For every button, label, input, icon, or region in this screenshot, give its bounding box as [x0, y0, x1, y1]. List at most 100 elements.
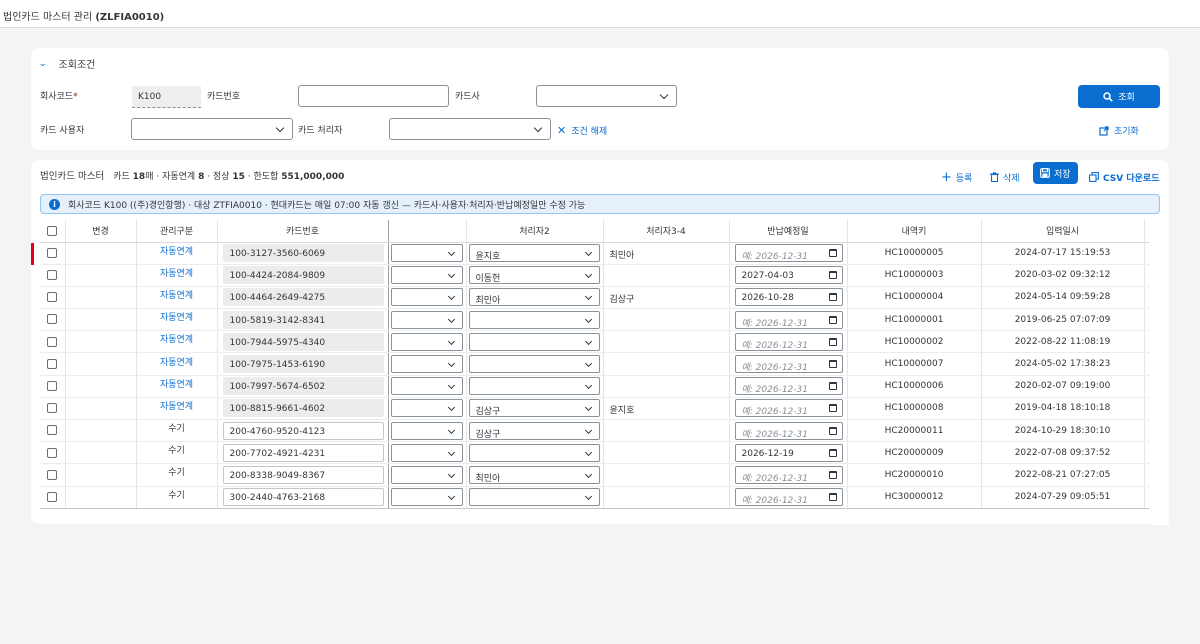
return-date-field[interactable]: 예: 2026-12-31 — [734, 332, 843, 351]
return-date-field[interactable]: 예: 2026-12-31 — [734, 488, 843, 507]
row-checkbox[interactable] — [47, 425, 58, 436]
calendar-icon[interactable] — [828, 337, 837, 346]
table-row[interactable]: 자동연계 100-4464-2649-4275 최민아 김상구 2026-10-28 HC… — [40, 286, 1161, 310]
handler2-select[interactable] — [468, 443, 600, 462]
handler2-select[interactable]: 김상구 — [468, 399, 600, 418]
handler1-select[interactable] — [390, 377, 463, 396]
row-return-date-cell[interactable]: 예: 2026-12-31 — [729, 242, 848, 265]
csv-download-button[interactable]: CSV 다운로드 — [1089, 167, 1159, 187]
row-handler2-cell[interactable]: 김상구 — [466, 419, 604, 443]
table-row[interactable]: 자동연계 100-5819-3142-8341 예: 2026-12-31 HC100… — [40, 308, 1161, 332]
row-checkbox[interactable] — [47, 491, 58, 502]
return-date-field[interactable]: 예: 2026-12-31 — [734, 465, 843, 484]
handler2-select[interactable]: 최민아 — [468, 288, 600, 307]
row-checkbox[interactable] — [47, 403, 58, 414]
row-card-number-cell[interactable]: 300-2440-4763-2168 — [217, 486, 389, 509]
card-number-field[interactable]: 300-2440-4763-2168 — [222, 488, 384, 507]
row-handler1-cell[interactable] — [388, 308, 467, 332]
handler2-select[interactable]: 김상구 — [468, 421, 600, 440]
filter-header[interactable]: ⌄ 조회조건 — [38, 56, 95, 72]
handler1-select[interactable] — [390, 421, 463, 440]
handler1-select[interactable] — [390, 332, 463, 351]
table-row[interactable]: 자동연계 100-7997-5674-6502 예: 2026-12-31 HC100… — [40, 375, 1161, 398]
calendar-icon[interactable] — [828, 271, 837, 280]
handler1-select[interactable] — [390, 465, 463, 484]
row-handler1-cell[interactable] — [388, 352, 467, 376]
row-select-cell[interactable] — [40, 486, 66, 509]
clear-conditions-button[interactable]: ✕ 조건 해제 — [557, 124, 607, 137]
row-select-cell[interactable] — [40, 419, 66, 443]
handler2-select[interactable] — [468, 377, 600, 396]
row-select-cell[interactable] — [40, 441, 66, 465]
row-checkbox[interactable] — [47, 447, 58, 458]
row-handler2-cell[interactable]: 최민아 — [466, 286, 604, 310]
row-select-cell[interactable] — [40, 463, 66, 487]
row-checkbox[interactable] — [47, 380, 58, 391]
row-checkbox[interactable] — [47, 469, 58, 480]
row-return-date-cell[interactable]: 예: 2026-12-31 — [729, 486, 848, 509]
vertical-scrollbar[interactable] — [1149, 220, 1169, 525]
handler2-select[interactable] — [468, 488, 600, 507]
row-return-date-cell[interactable]: 예: 2026-12-31 — [729, 397, 848, 421]
handler2-select[interactable] — [468, 332, 600, 351]
row-return-date-cell[interactable]: 예: 2026-12-31 — [729, 308, 848, 332]
row-select-cell[interactable] — [40, 286, 66, 310]
row-select-cell[interactable] — [40, 264, 66, 287]
row-handler2-cell[interactable]: 이동헌 — [466, 264, 604, 287]
table-row[interactable]: 자동연계 100-3127-3560-6069 윤지호 최민아 예: 2026-12-3… — [31, 242, 1161, 265]
return-date-field[interactable]: 2026-10-28 — [734, 288, 843, 307]
card-number-input[interactable] — [298, 85, 449, 107]
row-card-number-cell[interactable]: 200-8338-9049-8367 — [217, 463, 389, 487]
row-checkbox[interactable] — [47, 358, 58, 369]
handler1-select[interactable] — [390, 244, 463, 263]
row-handler1-cell[interactable] — [388, 242, 467, 265]
row-handler1-cell[interactable] — [388, 486, 467, 509]
handler2-select[interactable] — [468, 355, 600, 374]
row-return-date-cell[interactable]: 예: 2026-12-31 — [729, 330, 848, 354]
calendar-icon[interactable] — [828, 426, 837, 435]
row-checkbox[interactable] — [47, 292, 58, 303]
row-return-date-cell[interactable]: 2026-12-19 — [729, 441, 848, 465]
row-return-date-cell[interactable]: 예: 2026-12-31 — [729, 463, 848, 487]
add-button[interactable]: + 등록 — [941, 167, 972, 187]
handler1-select[interactable] — [390, 355, 463, 374]
card-number-field[interactable]: 200-8338-9049-8367 — [222, 465, 384, 484]
row-select-cell[interactable] — [31, 242, 66, 265]
table-row[interactable]: 수기 300-2440-4763-2168 예: 2026-12-31 HC30000… — [40, 486, 1161, 509]
handler1-select[interactable] — [390, 288, 463, 307]
row-return-date-cell[interactable]: 예: 2026-12-31 — [729, 375, 848, 398]
row-handler1-cell[interactable] — [388, 375, 467, 398]
reset-button[interactable]: 초기화 — [1099, 124, 1139, 137]
return-date-field[interactable]: 예: 2026-12-31 — [734, 399, 843, 418]
card-handler-select[interactable] — [389, 118, 551, 140]
row-handler2-cell[interactable] — [466, 486, 604, 509]
row-return-date-cell[interactable]: 예: 2026-12-31 — [729, 419, 848, 443]
return-date-field[interactable]: 예: 2026-12-31 — [734, 421, 843, 440]
table-row[interactable]: 수기 200-4760-9520-4123 김상구 예: 2026-12-31 HC20… — [40, 419, 1161, 443]
card-number-field[interactable]: 200-4760-9520-4123 — [222, 421, 384, 440]
row-checkbox[interactable] — [47, 247, 58, 258]
row-return-date-cell[interactable]: 예: 2026-12-31 — [729, 352, 848, 376]
row-card-number-cell[interactable]: 200-7702-4921-4231 — [217, 441, 389, 465]
calendar-icon[interactable] — [828, 470, 837, 479]
row-select-cell[interactable] — [40, 375, 66, 398]
row-handler1-cell[interactable] — [388, 330, 467, 354]
table-row[interactable]: 자동연계 100-7944-5975-4340 예: 2026-12-31 HC100… — [40, 330, 1161, 354]
table-row[interactable]: 자동연계 100-8815-9661-4602 김상구 윤지호 예: 2026-12-3… — [40, 397, 1161, 421]
table-row[interactable]: 수기 200-8338-9049-8367 최민아 예: 2026-12-31 HC20… — [40, 463, 1161, 487]
row-handler1-cell[interactable] — [388, 264, 467, 287]
save-button[interactable]: 저장 — [1033, 162, 1078, 184]
handler1-select[interactable] — [390, 266, 463, 285]
row-handler1-cell[interactable] — [388, 441, 467, 465]
row-checkbox[interactable] — [47, 270, 58, 281]
calendar-icon[interactable] — [828, 249, 837, 258]
handler2-select[interactable]: 최민아 — [468, 465, 600, 484]
calendar-icon[interactable] — [828, 315, 837, 324]
row-handler2-cell[interactable]: 최민아 — [466, 463, 604, 487]
chevron-down-icon[interactable]: ⌄ — [38, 59, 47, 69]
handler2-select[interactable]: 이동헌 — [468, 266, 600, 285]
calendar-icon[interactable] — [828, 382, 837, 391]
calendar-icon[interactable] — [828, 448, 837, 457]
handler1-select[interactable] — [390, 488, 463, 507]
table-row[interactable]: 수기 200-7702-4921-4231 2026-12-19 HC20000009… — [40, 441, 1161, 465]
